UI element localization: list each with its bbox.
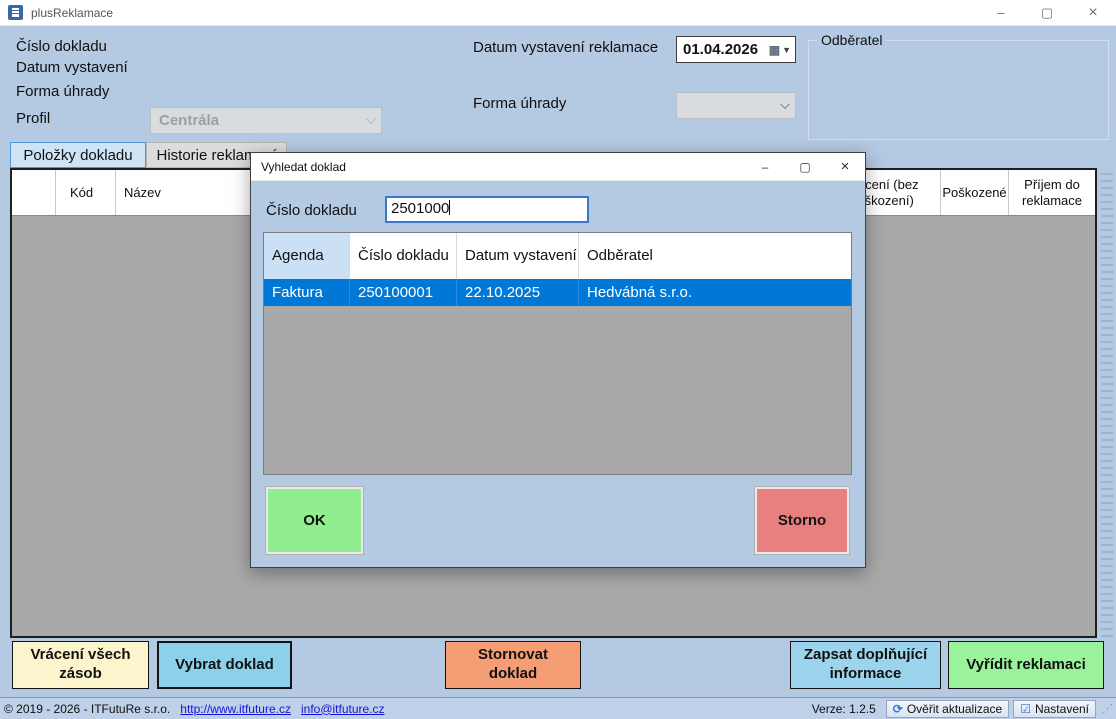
cell-cislo-dokladu: 250100001 — [350, 279, 457, 306]
vyhledat-doklad-dialog: Vyhledat doklad – ▢ × Číslo dokladu 2501… — [250, 152, 866, 568]
label-forma-uhrady: Forma úhrady — [16, 83, 109, 100]
dialog-results-table: Agenda Číslo dokladu Datum vystavení Odb… — [263, 232, 852, 475]
label-cislo-dokladu: Číslo dokladu — [16, 38, 107, 55]
check-updates-button[interactable]: ⟳ Ověřit aktualizace — [886, 700, 1009, 718]
cell-agenda: Faktura — [264, 279, 350, 306]
profil-select[interactable]: Centrála — [150, 107, 382, 134]
window-controls: – ▢ × — [978, 0, 1116, 25]
chevron-down-icon — [366, 114, 376, 124]
table-row-selected[interactable]: Faktura 250100001 22.10.2025 Hedvábná s.… — [264, 279, 851, 306]
cislo-dokladu-input[interactable]: 2501000 — [385, 196, 589, 223]
dialog-table-header: Agenda Číslo dokladu Datum vystavení Odb… — [264, 233, 851, 279]
odberatel-groupbox: Odběratel — [808, 40, 1109, 140]
odberatel-groupbox-label: Odběratel — [817, 32, 886, 48]
refresh-icon: ⟳ — [893, 703, 903, 715]
tab-polozky-dokladu[interactable]: Položky dokladu — [10, 142, 146, 168]
version-text: Verze: 1.2.5 — [812, 702, 876, 716]
col-datum-vystaveni[interactable]: Datum vystavení — [457, 233, 579, 279]
cell-datum-vystaveni: 22.10.2025 — [457, 279, 579, 306]
label-datum-reklamace: Datum vystavení reklamace — [473, 39, 658, 56]
datum-reklamace-field[interactable]: 01.04.2026 ▦ ▼ — [676, 36, 796, 63]
dialog-maximize-button[interactable]: ▢ — [785, 153, 825, 180]
cell-odberatel: Hedvábná s.r.o. — [579, 279, 851, 306]
settings-button[interactable]: ☑ Nastavení — [1013, 700, 1096, 718]
calendar-icon: ▦ — [769, 44, 780, 56]
settings-label: Nastavení — [1035, 702, 1089, 716]
dialog-cislo-dokladu-label: Číslo dokladu — [266, 202, 357, 219]
copyright-text: © 2019 - 2026 - ITFutuRe s.r.o. — [4, 702, 170, 716]
grid-col-poskozene[interactable]: Poškozené — [941, 170, 1009, 215]
settings-icon: ☑ — [1020, 703, 1031, 715]
col-odberatel[interactable]: Odběratel — [579, 233, 851, 279]
statusbar: © 2019 - 2026 - ITFutuRe s.r.o. http://w… — [0, 697, 1116, 719]
dialog-close-button[interactable]: × — [825, 153, 865, 180]
label-forma-uhrady-right: Forma úhrady — [473, 95, 566, 112]
storno-button[interactable]: Storno — [755, 487, 849, 554]
dialog-minimize-button[interactable]: – — [745, 153, 785, 180]
titlebar: plusReklamace – ▢ × — [0, 0, 1116, 26]
vyridit-reklamaci-button[interactable]: Vyřídit reklamaci — [948, 641, 1104, 689]
app-icon — [8, 5, 23, 20]
resize-grip[interactable]: ⋰ — [1102, 702, 1112, 715]
stornovat-doklad-button[interactable]: Stornovat doklad — [445, 641, 581, 689]
check-updates-label: Ověřit aktualizace — [907, 702, 1002, 716]
window-title: plusReklamace — [31, 6, 113, 20]
ok-button[interactable]: OK — [266, 487, 363, 554]
dialog-titlebar: Vyhledat doklad – ▢ × — [251, 153, 865, 181]
tab-label: Položky dokladu — [23, 147, 132, 164]
close-button[interactable]: × — [1070, 0, 1116, 25]
label-datum-vystaveni: Datum vystavení — [16, 59, 128, 76]
date-dropdown-icon[interactable]: ▼ — [782, 45, 791, 55]
profil-select-value: Centrála — [159, 112, 219, 129]
maximize-button[interactable]: ▢ — [1024, 0, 1070, 25]
col-cislo-dokladu[interactable]: Číslo dokladu — [350, 233, 457, 279]
grid-col-kod[interactable]: Kód — [56, 170, 116, 215]
minimize-button[interactable]: – — [978, 0, 1024, 25]
website-link[interactable]: http://www.itfuture.cz — [180, 702, 291, 716]
grid-col-prijem[interactable]: Příjem do reklamace — [1009, 170, 1095, 215]
zapsat-doplnujici-informace-button[interactable]: Zapsat doplňující informace — [790, 641, 941, 689]
vraceni-vsech-zasob-button[interactable]: Vrácení všech zásob — [12, 641, 149, 689]
vybrat-doklad-button[interactable]: Vybrat doklad — [157, 641, 292, 689]
chevron-down-icon — [780, 99, 790, 109]
forma-uhrady-select[interactable] — [676, 92, 796, 119]
datum-reklamace-value: 01.04.2026 — [683, 41, 758, 58]
dialog-title: Vyhledat doklad — [261, 160, 346, 174]
label-profil: Profil — [16, 110, 50, 127]
dialog-window-controls: – ▢ × — [745, 153, 865, 180]
email-link[interactable]: info@itfuture.cz — [301, 702, 385, 716]
window-edge-strip — [1101, 168, 1113, 638]
grid-col-selector[interactable] — [12, 170, 56, 215]
col-agenda[interactable]: Agenda — [264, 233, 350, 279]
